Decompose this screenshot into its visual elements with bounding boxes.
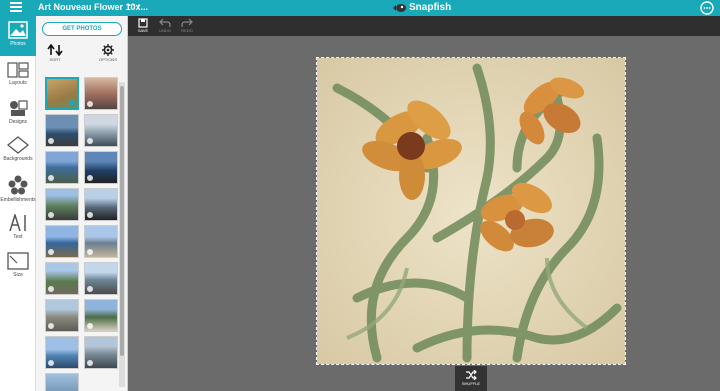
photo-thumbnail[interactable] <box>45 151 79 184</box>
more-options-button[interactable]: ··· <box>128 0 142 12</box>
save-button[interactable]: SAVE <box>132 18 154 33</box>
sort-button[interactable]: SORT <box>40 44 70 62</box>
snapfish-logo: Snapfish <box>392 2 451 13</box>
rail-label-layouts: Layouts <box>9 80 27 86</box>
check-icon <box>48 360 54 366</box>
photo-thumbnail[interactable] <box>45 225 79 258</box>
photo-thumbnail[interactable] <box>84 336 118 369</box>
layouts-icon <box>7 62 29 78</box>
check-icon <box>48 286 54 292</box>
rail-label-designs: Designs <box>8 119 28 125</box>
options-label: OPTIONS <box>98 57 117 62</box>
fish-icon <box>393 3 406 12</box>
check-icon <box>48 323 54 329</box>
photo-thumbnail-grid <box>44 76 120 391</box>
panel-scrollbar[interactable] <box>119 82 125 387</box>
undo-icon <box>159 18 171 27</box>
rail-backgrounds[interactable]: Backgrounds <box>0 136 36 162</box>
photo-thumbnail[interactable] <box>84 151 118 184</box>
rail-label-text: Text <box>13 234 23 240</box>
photo-thumbnail[interactable] <box>45 114 79 147</box>
text-icon <box>9 214 26 232</box>
rail-text[interactable]: Text <box>0 214 36 240</box>
photo-thumbnail[interactable] <box>84 262 118 295</box>
check-icon <box>48 212 54 218</box>
redo-icon <box>181 18 193 27</box>
check-icon <box>48 249 54 255</box>
size-icon <box>7 252 29 270</box>
sort-arrows-icon <box>47 44 63 56</box>
photo-thumbnail[interactable] <box>84 225 118 258</box>
left-rail: Photos Layouts Designs Backgrounds Embel… <box>0 16 36 391</box>
save-label: SAVE <box>137 28 149 33</box>
photo-thumbnail[interactable] <box>45 77 79 110</box>
photo-thumbnail[interactable] <box>84 188 118 221</box>
check-icon <box>87 212 93 218</box>
check-icon <box>87 175 93 181</box>
rail-size[interactable]: Size <box>0 252 36 278</box>
sort-label: SORT <box>49 57 61 62</box>
rail-label-photos: Photos <box>10 41 26 47</box>
photo-thumbnail[interactable] <box>45 262 79 295</box>
photos-icon <box>8 21 28 39</box>
photo-thumbnail[interactable] <box>45 373 79 391</box>
photo-thumbnail[interactable] <box>84 77 118 110</box>
rail-photos[interactable]: Photos <box>0 16 36 56</box>
redo-label: REDO <box>181 28 193 33</box>
check-icon <box>48 138 54 144</box>
logo-text: Snapfish <box>409 2 452 13</box>
shuffle-button[interactable]: SHUFFLE <box>455 366 487 391</box>
art-nouveau-flower-image[interactable] <box>317 58 626 365</box>
options-button[interactable]: OPTIONS <box>93 44 123 62</box>
scrollbar-thumb[interactable] <box>120 86 124 356</box>
chat-icon[interactable] <box>700 1 714 15</box>
check-icon <box>87 286 93 292</box>
get-photos-button[interactable]: GET PHOTOS <box>42 22 122 36</box>
check-icon <box>87 249 93 255</box>
designs-icon <box>10 100 28 116</box>
rail-label-embellishments: Embellishments <box>0 197 36 203</box>
save-icon <box>138 18 148 28</box>
hamburger-menu-icon[interactable] <box>10 2 22 13</box>
check-icon <box>87 138 93 144</box>
selected-check-icon <box>69 100 75 106</box>
photo-thumbnail[interactable] <box>45 336 79 369</box>
redo-button[interactable]: REDO <box>176 18 198 33</box>
photo-thumbnail[interactable] <box>84 114 118 147</box>
check-icon <box>87 323 93 329</box>
check-icon <box>48 175 54 181</box>
rail-label-backgrounds: Backgrounds <box>3 156 33 162</box>
photo-thumbnail[interactable] <box>45 299 79 332</box>
flower-icon <box>8 175 28 195</box>
rail-embellishments[interactable]: Embellishments <box>0 175 36 203</box>
check-icon <box>87 360 93 366</box>
check-icon <box>87 101 93 107</box>
design-canvas[interactable] <box>316 57 626 365</box>
photo-thumbnail[interactable] <box>84 299 118 332</box>
undo-label: UNDO <box>159 28 171 33</box>
shuffle-icon <box>466 370 477 380</box>
photo-thumbnail[interactable] <box>45 188 79 221</box>
rail-designs[interactable]: Designs <box>0 99 36 125</box>
rail-label-size: Size <box>13 272 23 278</box>
backgrounds-icon <box>7 136 29 154</box>
photo-panel: GET PHOTOS SORT OPTIONS <box>36 16 128 391</box>
undo-button[interactable]: UNDO <box>154 18 176 33</box>
editor-toolbar: SAVE UNDO REDO <box>128 16 720 36</box>
gear-icon <box>102 44 114 56</box>
top-bar: Art Nouveau Flower 10x... ··· Snapfish <box>0 0 720 16</box>
rail-layouts[interactable]: Layouts <box>0 62 36 86</box>
shuffle-label: SHUFFLE <box>461 381 481 386</box>
